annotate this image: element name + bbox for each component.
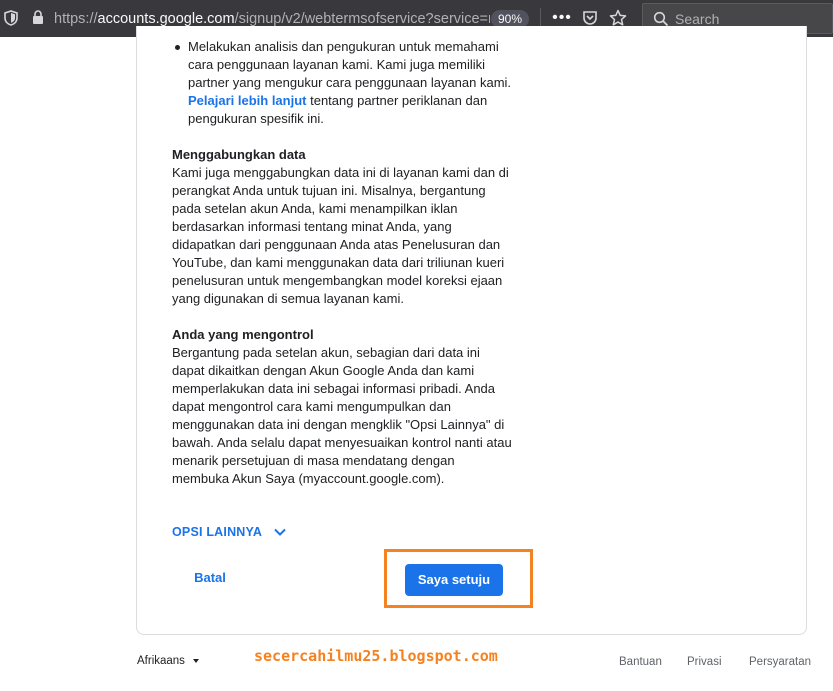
section-title-combining-data: Menggabungkan data xyxy=(172,147,306,162)
dropdown-arrow-icon xyxy=(192,659,199,663)
url-prefix: https:// xyxy=(54,11,98,27)
lock-icon[interactable] xyxy=(32,10,44,25)
more-options-label: OPSI LAINNYA xyxy=(172,525,263,539)
address-bar[interactable]: https://accounts.google.com/signup/v2/we… xyxy=(54,11,490,27)
chevron-down-icon xyxy=(274,528,286,536)
page-actions-menu-icon[interactable]: ••• xyxy=(552,8,572,28)
url-host: accounts.google.com xyxy=(97,11,235,27)
terms-link[interactable]: Persyaratan xyxy=(749,656,811,668)
agree-button[interactable]: Saya setuju xyxy=(405,564,503,596)
bookmark-star-icon[interactable] xyxy=(609,9,627,27)
help-link[interactable]: Bantuan xyxy=(619,656,662,668)
privacy-link[interactable]: Privasi xyxy=(687,656,722,668)
language-label: Afrikaans xyxy=(137,655,185,667)
bullet-text: Melakukan analisis dan pengukuran untuk … xyxy=(188,39,512,90)
url-path: /signup/v2/webtermsofservice?service=m xyxy=(234,11,490,27)
terms-content: Melakukan analisis dan pengukuran untuk … xyxy=(172,38,512,488)
language-selector[interactable]: Afrikaans xyxy=(137,655,199,667)
section-body-you-control: Bergantung pada setelan akun, sebagian d… xyxy=(172,345,512,486)
section-body-combining-data: Kami juga menggabungkan data ini di laya… xyxy=(172,165,509,306)
search-placeholder: Search xyxy=(675,11,720,27)
learn-more-link[interactable]: Pelajari lebih lanjut xyxy=(188,93,306,108)
cancel-button[interactable]: Batal xyxy=(182,564,238,592)
more-options-button[interactable]: OPSI LAINNYA xyxy=(172,523,286,541)
watermark-text: secercahilmu25.blogspot.com xyxy=(254,647,498,665)
section-title-you-control: Anda yang mengontrol xyxy=(172,327,314,342)
tracking-protection-shield-icon[interactable] xyxy=(4,10,18,26)
pocket-icon[interactable] xyxy=(582,10,598,26)
list-item: Melakukan analisis dan pengukuran untuk … xyxy=(172,38,512,128)
search-icon xyxy=(653,11,669,27)
